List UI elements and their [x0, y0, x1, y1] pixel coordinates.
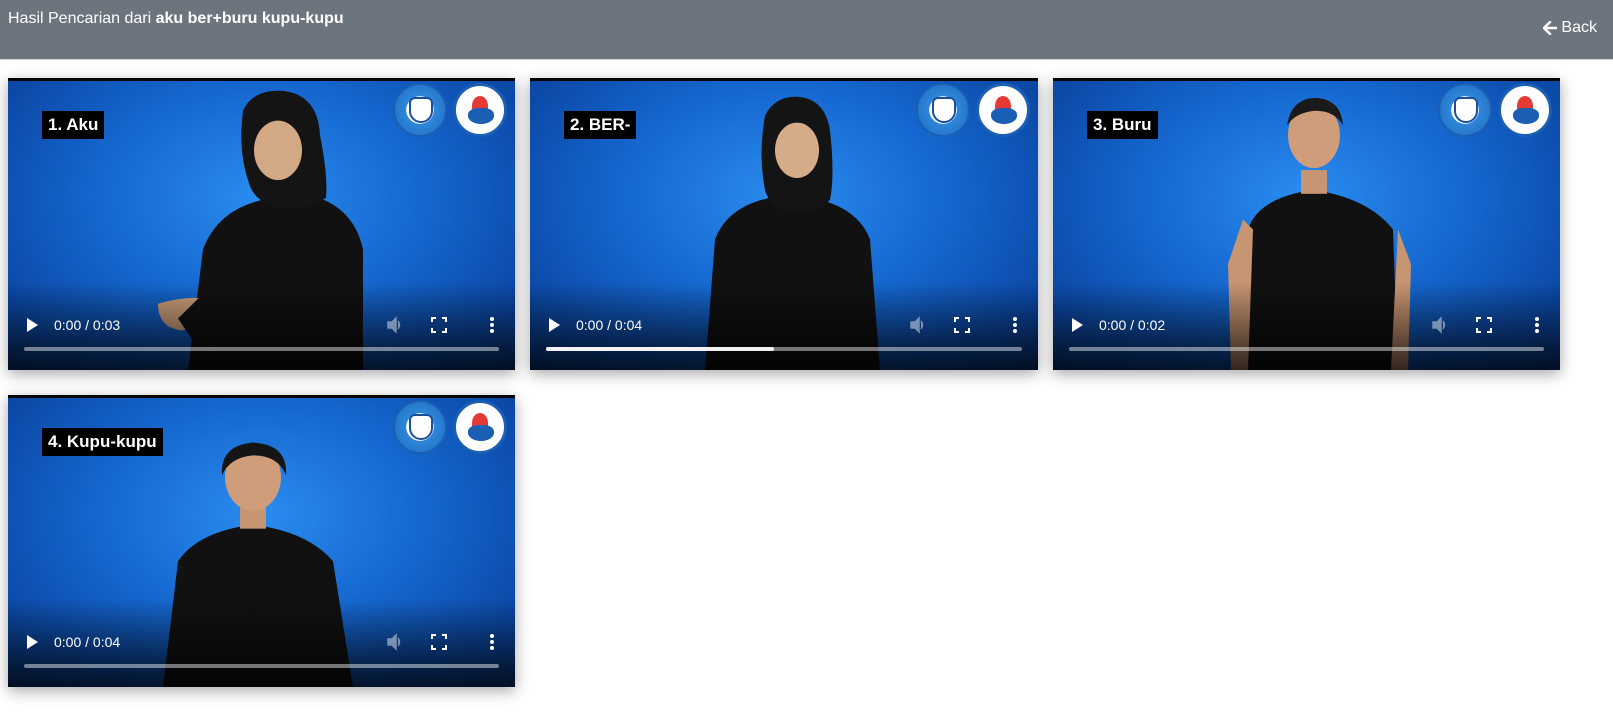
video-controls: 0:00 / 0:04 [530, 282, 1038, 370]
video-player[interactable]: 4. Kupu-kupu 0:00 / 0:04 [8, 395, 515, 687]
video-caption: 3. Buru [1087, 111, 1158, 139]
progress-bar[interactable] [1069, 347, 1544, 351]
video-caption: 4. Kupu-kupu [42, 428, 163, 456]
video-caption: 1. Aku [42, 111, 105, 139]
logos [393, 83, 507, 137]
search-title-prefix: Hasil Pencarian dari [8, 10, 156, 27]
logos [1438, 83, 1552, 137]
progress-bar[interactable] [24, 347, 499, 351]
search-results-title: Hasil Pencarian dari aku ber+buru kupu-k… [8, 9, 344, 29]
volume-icon[interactable] [909, 316, 927, 334]
volume-icon[interactable] [1431, 316, 1449, 334]
more-options-icon[interactable] [1534, 316, 1540, 334]
progress-bar[interactable] [24, 664, 499, 668]
kemendikbud-logo [393, 83, 447, 137]
volume-icon[interactable] [386, 633, 404, 651]
fullscreen-icon[interactable] [1476, 317, 1492, 333]
search-query: aku ber+buru kupu-kupu [155, 10, 344, 27]
more-options-icon[interactable] [489, 316, 495, 334]
more-options-icon[interactable] [489, 633, 495, 651]
play-icon[interactable] [1070, 318, 1084, 332]
fullscreen-icon[interactable] [431, 634, 447, 650]
sign-language-logo [453, 400, 507, 454]
logos [916, 83, 1030, 137]
video-caption: 2. BER- [564, 111, 637, 139]
more-options-icon[interactable] [1012, 316, 1018, 334]
time-display: 0:00 / 0:04 [54, 634, 121, 650]
time-display: 0:00 / 0:04 [576, 317, 643, 333]
kemendikbud-logo [916, 83, 970, 137]
kemendikbud-logo [393, 400, 447, 454]
video-player[interactable]: 3. Buru 0:00 / 0:02 [1053, 78, 1560, 370]
video-player[interactable]: 1. Aku 0:00 / 0:03 [8, 78, 515, 370]
volume-icon[interactable] [386, 316, 404, 334]
video-player[interactable]: 2. BER- 0:00 / 0:04 [530, 78, 1038, 370]
fullscreen-icon[interactable] [431, 317, 447, 333]
sign-language-logo [976, 83, 1030, 137]
play-icon[interactable] [547, 318, 561, 332]
video-controls: 0:00 / 0:03 [8, 282, 515, 370]
time-display: 0:00 / 0:03 [54, 317, 121, 333]
fullscreen-icon[interactable] [954, 317, 970, 333]
time-display: 0:00 / 0:02 [1099, 317, 1166, 333]
play-icon[interactable] [25, 318, 39, 332]
logos [393, 400, 507, 454]
top-bar: Hasil Pencarian dari aku ber+buru kupu-k… [0, 0, 1613, 60]
video-controls: 0:00 / 0:02 [1053, 282, 1560, 370]
back-button[interactable]: Back [1543, 18, 1597, 38]
play-icon[interactable] [25, 635, 39, 649]
back-label: Back [1561, 19, 1597, 36]
kemendikbud-logo [1438, 83, 1492, 137]
sign-language-logo [453, 83, 507, 137]
sign-language-logo [1498, 83, 1552, 137]
video-controls: 0:00 / 0:04 [8, 599, 515, 687]
buffered-fill [546, 347, 775, 351]
arrow-left-icon [1543, 21, 1558, 35]
progress-bar[interactable] [546, 347, 1022, 351]
